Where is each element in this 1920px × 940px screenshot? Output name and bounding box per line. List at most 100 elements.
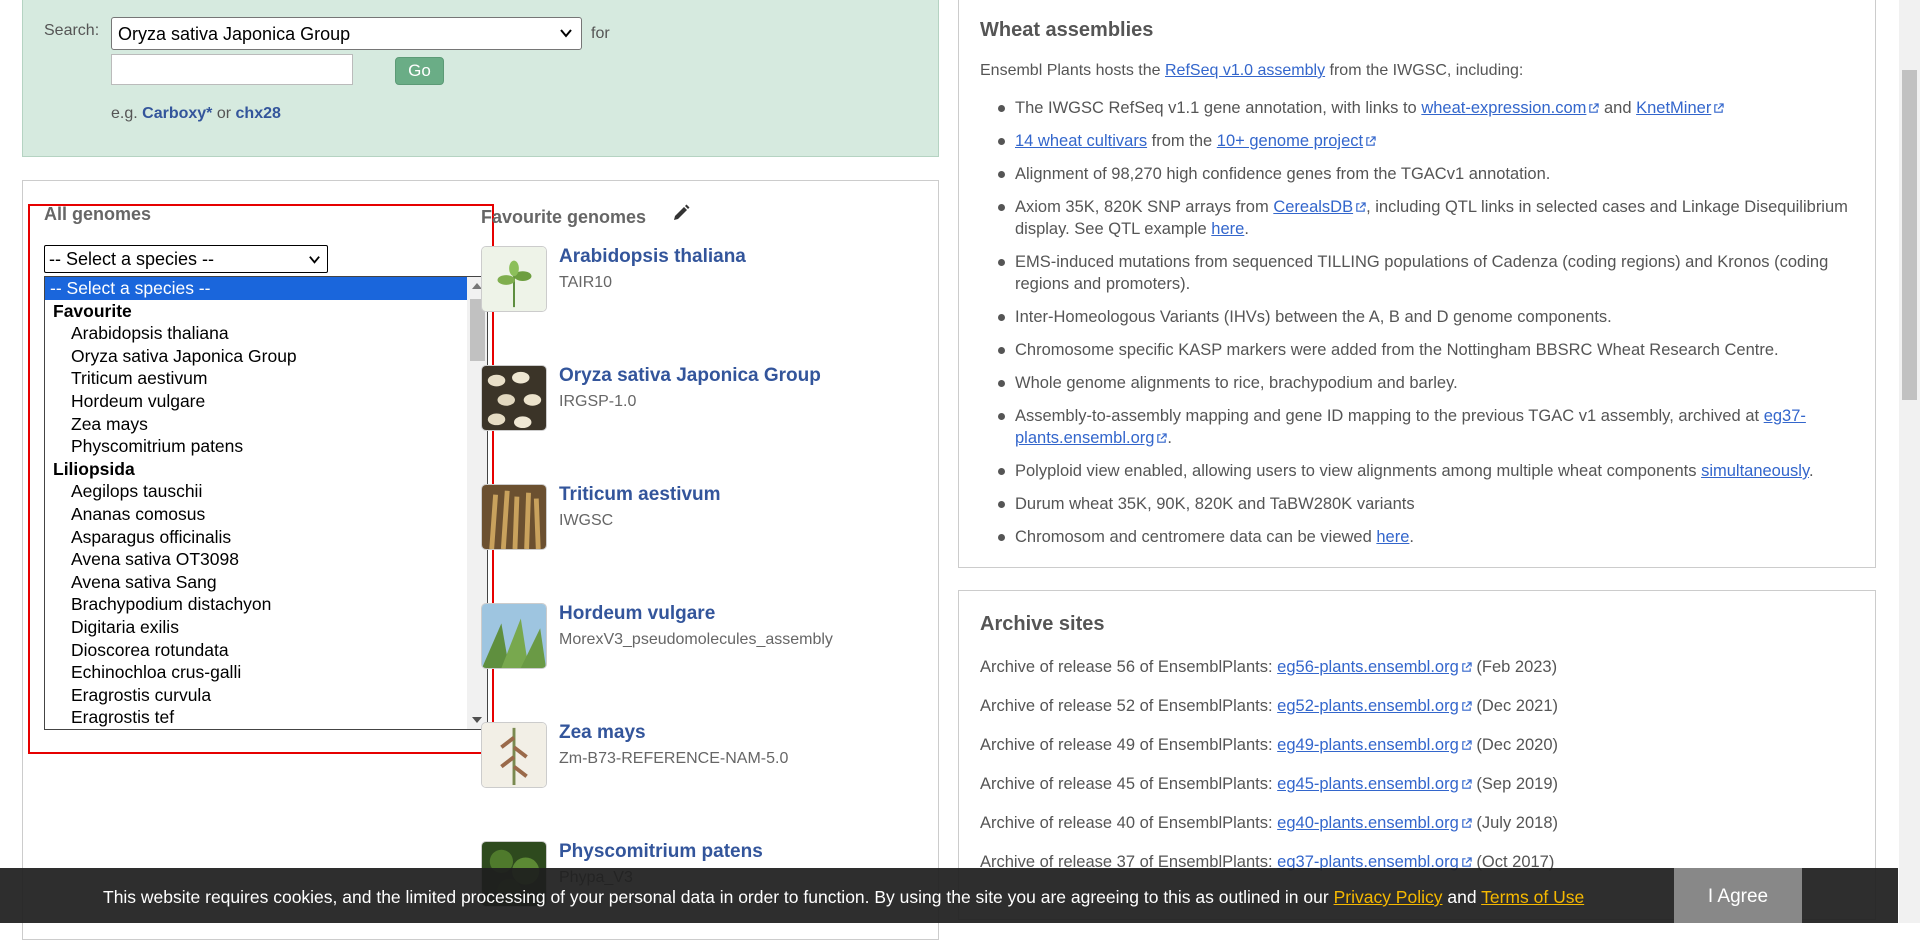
favourite-genome-item[interactable]: Triticum aestivum IWGSC (481, 484, 881, 554)
centromere-here-link[interactable]: here (1376, 528, 1409, 546)
favourite-genome-item[interactable]: Arabidopsis thaliana TAIR10 (481, 246, 881, 316)
dropdown-group-label: Liliopsida (53, 458, 135, 479)
species-thumbnail[interactable] (481, 603, 547, 669)
favourite-genome-name[interactable]: Oryza sativa Japonica Group (559, 365, 821, 387)
list-item: Chromosom and centromere data can be vie… (980, 526, 1860, 548)
dropdown-option[interactable]: Arabidopsis thaliana (45, 322, 487, 345)
external-link-icon (1462, 818, 1472, 828)
wheat-intro: Ensembl Plants hosts the RefSeq v1.0 ass… (980, 62, 1523, 80)
external-link-icon (1356, 202, 1366, 212)
dropdown-option[interactable]: Zea mays (45, 413, 487, 436)
dropdown-option[interactable]: Physcomitrium patens (45, 435, 487, 458)
archive-row: Archive of release 56 of EnsemblPlants: … (980, 658, 1557, 677)
refseq-link[interactable]: RefSeq v1.0 assembly (1165, 62, 1325, 79)
cerealsdb-link[interactable]: CerealsDB (1273, 198, 1353, 216)
item-text: Axiom 35K, 820K SNP arrays from (1015, 198, 1269, 216)
list-item: Assembly-to-assembly mapping and gene ID… (980, 405, 1860, 449)
qtl-example-link[interactable]: here (1211, 220, 1244, 238)
list-item: Polyploid view enabled, allowing users t… (980, 460, 1860, 482)
wheat-cultivars-link[interactable]: 14 wheat cultivars (1015, 132, 1147, 150)
wheat-title: Wheat assemblies (980, 19, 1154, 41)
external-link-icon (1462, 740, 1472, 750)
favourite-genome-name[interactable]: Hordeum vulgare (559, 603, 715, 625)
archive-date: (July 2018) (1476, 814, 1559, 832)
genome-project-link[interactable]: 10+ genome project (1217, 132, 1363, 150)
archive-label: Archive of release 49 of EnsemblPlants: (980, 736, 1273, 754)
favourite-genome-name[interactable]: Arabidopsis thaliana (559, 246, 746, 268)
dropdown-option[interactable]: Echinochloa crus-galli (45, 661, 487, 684)
archive-link[interactable]: eg45-plants.ensembl.org (1277, 775, 1459, 793)
cookie-message: This website requires cookies, and the l… (103, 887, 1329, 907)
dropdown-option[interactable]: Digitaria exilis (45, 616, 487, 639)
page-scroll-thumb[interactable] (1902, 70, 1917, 400)
list-item: Inter-Homeologous Variants (IHVs) betwee… (980, 306, 1860, 328)
species-thumbnail[interactable] (481, 365, 547, 431)
favourite-genome-name[interactable]: Triticum aestivum (559, 484, 721, 506)
species-thumbnail[interactable] (481, 722, 547, 788)
dropdown-option[interactable]: Avena sativa OT3098 (45, 548, 487, 571)
list-item: The IWGSC RefSeq v1.1 gene annotation, w… (980, 97, 1860, 119)
page-scrollbar[interactable] (1899, 0, 1920, 923)
list-item: 14 wheat cultivars from the 10+ genome p… (980, 130, 1860, 152)
dropdown-option[interactable]: Oryza sativa Japonica Group (45, 345, 487, 368)
dropdown-option[interactable]: Eragrostis curvula (45, 684, 487, 707)
search-species-select[interactable]: Oryza sativa Japonica Group (111, 17, 582, 50)
archive-label: Archive of release 40 of EnsemblPlants: (980, 814, 1273, 832)
agree-button[interactable]: I Agree (1674, 868, 1802, 923)
external-link-icon (1462, 857, 1472, 867)
archive-link[interactable]: eg56-plants.ensembl.org (1277, 658, 1459, 676)
archive-date: (Feb 2023) (1476, 658, 1558, 676)
favourite-genome-item[interactable]: Oryza sativa Japonica Group IRGSP-1.0 (481, 365, 881, 435)
item-text: from the (1151, 132, 1213, 150)
dropdown-option[interactable]: Avena sativa Sang (45, 571, 487, 594)
archive-link[interactable]: eg49-plants.ensembl.org (1277, 736, 1459, 754)
species-thumbnail[interactable] (481, 246, 547, 312)
search-input[interactable] (111, 54, 353, 85)
example-link-2[interactable]: chx28 (236, 105, 281, 122)
item-text: The IWGSC RefSeq v1.1 gene annotation, w… (1015, 99, 1417, 117)
dropdown-option[interactable]: Hordeum vulgare (45, 390, 487, 413)
knetminer-link[interactable]: KnetMiner (1636, 99, 1711, 117)
dropdown-option[interactable]: Eragrostis tef (45, 706, 487, 729)
species-thumbnail[interactable] (481, 484, 547, 550)
wheat-intro-pre: Ensembl Plants hosts the (980, 62, 1161, 79)
external-link-icon (1462, 701, 1472, 711)
dropdown-option[interactable]: Brachypodium distachyon (45, 593, 487, 616)
wheat-intro-post: from the IWGSC, including: (1329, 62, 1524, 79)
example-link-1[interactable]: Carboxy* (142, 105, 212, 122)
favourite-genome-name[interactable]: Zea mays (559, 722, 646, 744)
archive-title: Archive sites (980, 613, 1105, 635)
wheat-expression-link[interactable]: wheat-expression.com (1421, 99, 1586, 117)
privacy-policy-link[interactable]: Privacy Policy (1334, 887, 1443, 907)
external-link-icon (1462, 779, 1472, 789)
favourite-genome-assembly: IRGSP-1.0 (559, 393, 637, 410)
dropdown-option[interactable]: Ananas comosus (45, 503, 487, 526)
search-examples: e.g. Carboxy* or chx28 (111, 105, 281, 123)
dropdown-option[interactable]: Triticum aestivum (45, 367, 487, 390)
terms-of-use-link[interactable]: Terms of Use (1481, 887, 1584, 907)
species-select[interactable]: -- Select a species -- (44, 245, 328, 273)
go-button[interactable]: Go (395, 57, 444, 85)
dropdown-option[interactable]: Asparagus officinalis (45, 526, 487, 549)
external-link-icon (1714, 103, 1724, 113)
dropdown-option[interactable]: Aegilops tauschii (45, 480, 487, 503)
simultaneously-link[interactable]: simultaneously (1701, 462, 1809, 480)
archive-link[interactable]: eg52-plants.ensembl.org (1277, 697, 1459, 715)
favourite-genomes-title: Favourite genomes (481, 207, 647, 227)
archive-link[interactable]: eg40-plants.ensembl.org (1277, 814, 1459, 832)
dropdown-option[interactable]: Dioscorea rotundata (45, 639, 487, 662)
favourite-genome-name[interactable]: Physcomitrium patens (559, 841, 763, 863)
for-label: for (591, 25, 610, 42)
archive-label: Archive of release 52 of EnsemblPlants: (980, 697, 1273, 715)
species-dropdown-list[interactable]: -- Select a species -- Favourite Arabidops… (44, 276, 488, 730)
favourite-genome-assembly: Zm-B73-REFERENCE-NAM-5.0 (559, 750, 789, 767)
favourite-genome-item[interactable]: Zea mays Zm-B73-REFERENCE-NAM-5.0 (481, 722, 881, 792)
pencil-icon[interactable] (671, 203, 691, 223)
item-text: Chromosom and centromere data can be vie… (1015, 528, 1372, 546)
cookie-and: and (1447, 887, 1477, 907)
favourite-genome-item[interactable]: Hordeum vulgare MorexV3_pseudomolecules_a… (481, 603, 881, 673)
list-item: Chromosome specific KASP markers were ad… (980, 339, 1860, 361)
external-link-icon (1462, 662, 1472, 672)
dropdown-option[interactable]: -- Select a species -- (45, 277, 487, 300)
favourite-genome-assembly: MorexV3_pseudomolecules_assembly (559, 631, 833, 648)
